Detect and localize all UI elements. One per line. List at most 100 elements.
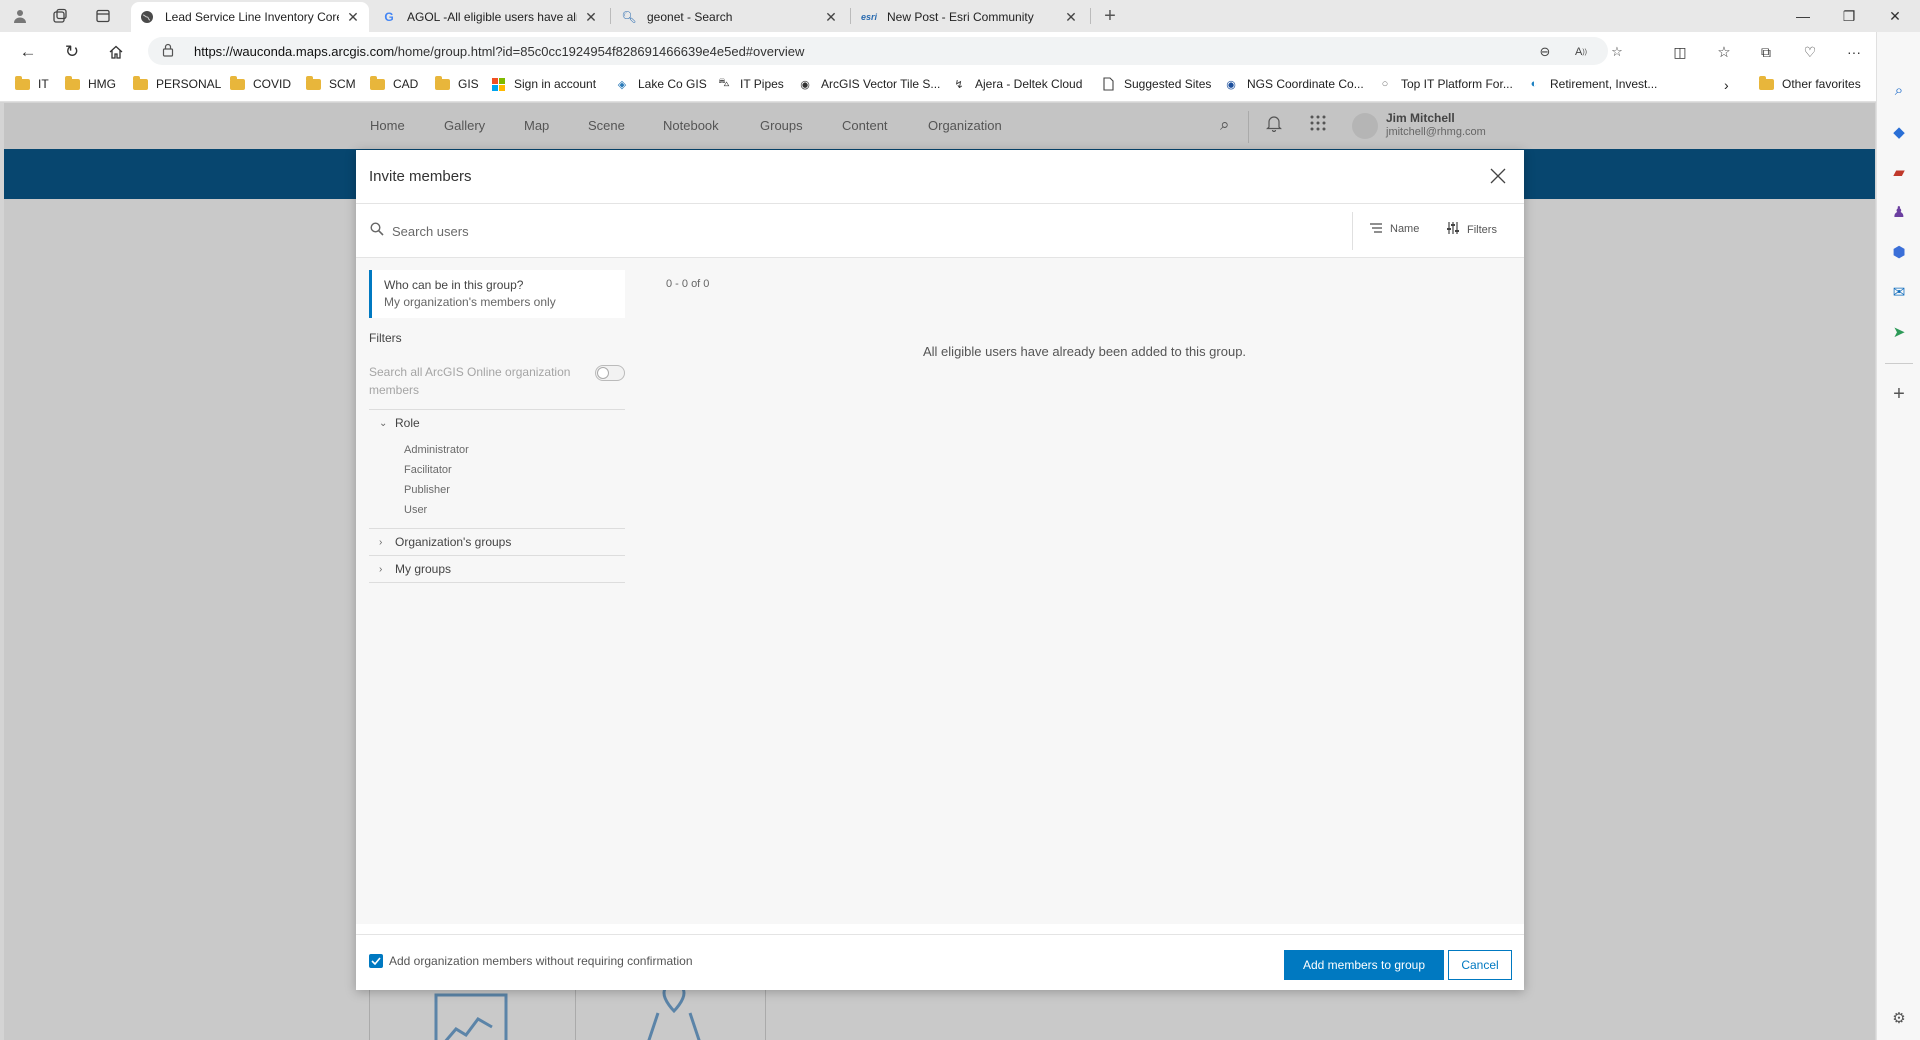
profile-icon[interactable] <box>10 6 30 26</box>
add-without-confirmation-label[interactable]: Add organization members without requiri… <box>389 954 693 968</box>
role-section: ⌄ Role Administrator Facilitator Publish… <box>369 410 625 529</box>
bookmark-cad[interactable]: CAD <box>369 75 418 91</box>
nav-gallery[interactable]: Gallery <box>444 118 485 133</box>
nav-map[interactable]: Map <box>524 118 549 133</box>
bookmark-sign-in[interactable]: Sign in account <box>490 77 596 91</box>
workspaces-icon[interactable] <box>50 6 70 26</box>
role-option-publisher[interactable]: Publisher <box>404 480 625 500</box>
bookmark-personal[interactable]: PERSONAL <box>132 75 221 91</box>
bookmark-top-it[interactable]: ○ Top IT Platform For... <box>1377 77 1513 91</box>
bookmark-ngs[interactable]: ◉ NGS Coordinate Co... <box>1223 77 1364 91</box>
nav-groups[interactable]: Groups <box>760 118 803 133</box>
invite-members-dialog: Invite members Name Filters Who can be i… <box>356 150 1524 990</box>
collections-icon[interactable]: ⧉ <box>1754 40 1778 64</box>
close-window-icon[interactable]: ✕ <box>1872 0 1918 32</box>
refresh-icon[interactable]: ↻ <box>60 40 84 64</box>
bookmark-arcgis-vector[interactable]: ◉ ArcGIS Vector Tile S... <box>797 77 940 91</box>
nav-content[interactable]: Content <box>842 118 888 133</box>
tag-icon[interactable]: ◆ <box>1889 122 1909 142</box>
lock-icon[interactable] <box>162 43 174 60</box>
home-icon[interactable] <box>104 40 128 64</box>
tab-agol-eligible-users[interactable]: G AGOL -All eligible users have alre ✕ <box>373 2 607 32</box>
browser-tab-bar: Lead Service Line Inventory Core ✕ G AGO… <box>0 0 1920 32</box>
more-bookmarks-chevron-icon[interactable]: › <box>1724 77 1729 93</box>
nav-organization[interactable]: Organization <box>928 118 1002 133</box>
role-option-user[interactable]: User <box>404 500 625 520</box>
bookmark-retirement[interactable]: ◐ Retirement, Invest... <box>1526 77 1658 91</box>
dialog-title: Invite members <box>369 168 472 185</box>
bookmark-covid[interactable]: COVID <box>229 75 291 91</box>
sort-icon <box>1370 222 1382 236</box>
arcgis-header: Home Gallery Map Scene Notebook Groups C… <box>4 103 1875 149</box>
bookmarks-bar: IT HMG PERSONAL COVID SCM CAD GIS Sign i… <box>0 70 1920 102</box>
add-members-button[interactable]: Add members to group <box>1284 950 1444 980</box>
sort-by-name-button[interactable]: Name <box>1370 222 1419 236</box>
tab-geonet-search[interactable]: 🔍︎ geonet - Search ✕ <box>613 2 847 32</box>
search-all-org-toggle-row: Search all ArcGIS Online organization me… <box>369 363 625 403</box>
bookmark-lake-co-gis[interactable]: ◈ Lake Co GIS <box>614 77 707 91</box>
close-tab-icon[interactable]: ✕ <box>1063 9 1079 26</box>
zoom-icon[interactable]: ⊖ <box>1536 43 1554 61</box>
empty-results-message: All eligible users have already been add… <box>923 344 1247 359</box>
close-tab-icon[interactable]: ✕ <box>823 9 839 26</box>
favorite-star-icon[interactable]: ☆ <box>1608 43 1626 61</box>
add-sidebar-app-icon[interactable]: + <box>1889 383 1909 405</box>
bookmark-it[interactable]: IT <box>14 75 49 91</box>
my-groups-section-header[interactable]: › My groups <box>369 556 625 582</box>
drop-icon[interactable]: ➤ <box>1889 322 1909 342</box>
bookmark-hmg[interactable]: HMG <box>64 75 116 91</box>
bookmark-it-pipes[interactable]: ⛍ IT Pipes <box>716 77 783 91</box>
notifications-bell-icon[interactable] <box>1266 115 1282 136</box>
close-tab-icon[interactable]: ✕ <box>583 9 599 26</box>
user-name[interactable]: Jim Mitchell <box>1386 111 1455 125</box>
filters-button[interactable]: Filters <box>1446 222 1497 237</box>
role-option-facilitator[interactable]: Facilitator <box>404 460 625 480</box>
nav-scene[interactable]: Scene <box>588 118 625 133</box>
back-icon[interactable]: ← <box>16 40 40 64</box>
new-tab-icon[interactable]: + <box>1100 5 1120 27</box>
more-menu-icon[interactable]: ··· <box>1842 40 1866 64</box>
role-option-administrator[interactable]: Administrator <box>404 440 625 460</box>
search-all-org-toggle[interactable] <box>595 365 625 381</box>
restore-icon[interactable]: ❐ <box>1826 0 1872 32</box>
tools-icon[interactable]: ▰ <box>1889 162 1909 182</box>
minimize-icon[interactable]: — <box>1780 0 1826 32</box>
tab-actions-icon[interactable] <box>93 6 113 26</box>
microsoft365-icon[interactable]: ⬢ <box>1889 242 1909 262</box>
search-all-org-label: Search all ArcGIS Online organization me… <box>369 365 571 397</box>
nav-home[interactable]: Home <box>370 118 405 133</box>
bookmark-suggested-sites[interactable]: Suggested Sites <box>1100 77 1211 91</box>
address-bar[interactable]: https://wauconda.maps.arcgis.com/home/gr… <box>148 37 1623 65</box>
outlook-icon[interactable]: ✉ <box>1889 282 1909 302</box>
avatar[interactable] <box>1352 113 1378 139</box>
app-launcher-icon[interactable] <box>1310 115 1326 134</box>
bookmark-scm[interactable]: SCM <box>305 75 356 91</box>
nav-notebook[interactable]: Notebook <box>663 118 719 133</box>
search-users-input[interactable] <box>392 220 1332 242</box>
tab-lead-service-line[interactable]: Lead Service Line Inventory Core ✕ <box>131 2 369 32</box>
search-icon[interactable]: ⌕ <box>1889 80 1909 100</box>
url-text: https://wauconda.maps.arcgis.com/home/gr… <box>194 44 805 59</box>
close-tab-icon[interactable]: ✕ <box>345 9 361 26</box>
role-section-header[interactable]: ⌄ Role <box>369 410 625 436</box>
it-pipes-icon: ⛍ <box>718 77 730 89</box>
close-icon[interactable] <box>1486 164 1510 188</box>
bookmark-other-favorites[interactable]: Other favorites <box>1758 75 1861 91</box>
bookmark-gis[interactable]: GIS <box>434 75 479 91</box>
tab-esri-community[interactable]: esri New Post - Esri Community ✕ <box>853 2 1087 32</box>
settings-gear-icon[interactable]: ⚙ <box>1889 1008 1909 1028</box>
globe-icon: ◉ <box>800 78 810 91</box>
filter-sliders-icon <box>1446 222 1459 237</box>
bookmark-ajera[interactable]: ↯ Ajera - Deltek Cloud <box>951 77 1082 91</box>
cancel-button[interactable]: Cancel <box>1448 950 1512 980</box>
read-aloud-icon[interactable]: A)) <box>1572 43 1590 61</box>
search-icon[interactable]: ⌕ <box>1220 115 1230 135</box>
add-without-confirmation-checkbox[interactable] <box>369 954 383 968</box>
browser-essentials-icon[interactable]: ♡ <box>1798 40 1822 64</box>
org-groups-section-header[interactable]: › Organization's groups <box>369 529 625 555</box>
chevron-down-icon: ⌄ <box>379 417 388 429</box>
favorites-icon[interactable]: ☆ <box>1712 40 1736 64</box>
split-screen-icon[interactable]: ◫ <box>1668 40 1692 64</box>
folder-icon <box>1758 75 1774 91</box>
games-icon[interactable]: ♟ <box>1889 202 1909 222</box>
